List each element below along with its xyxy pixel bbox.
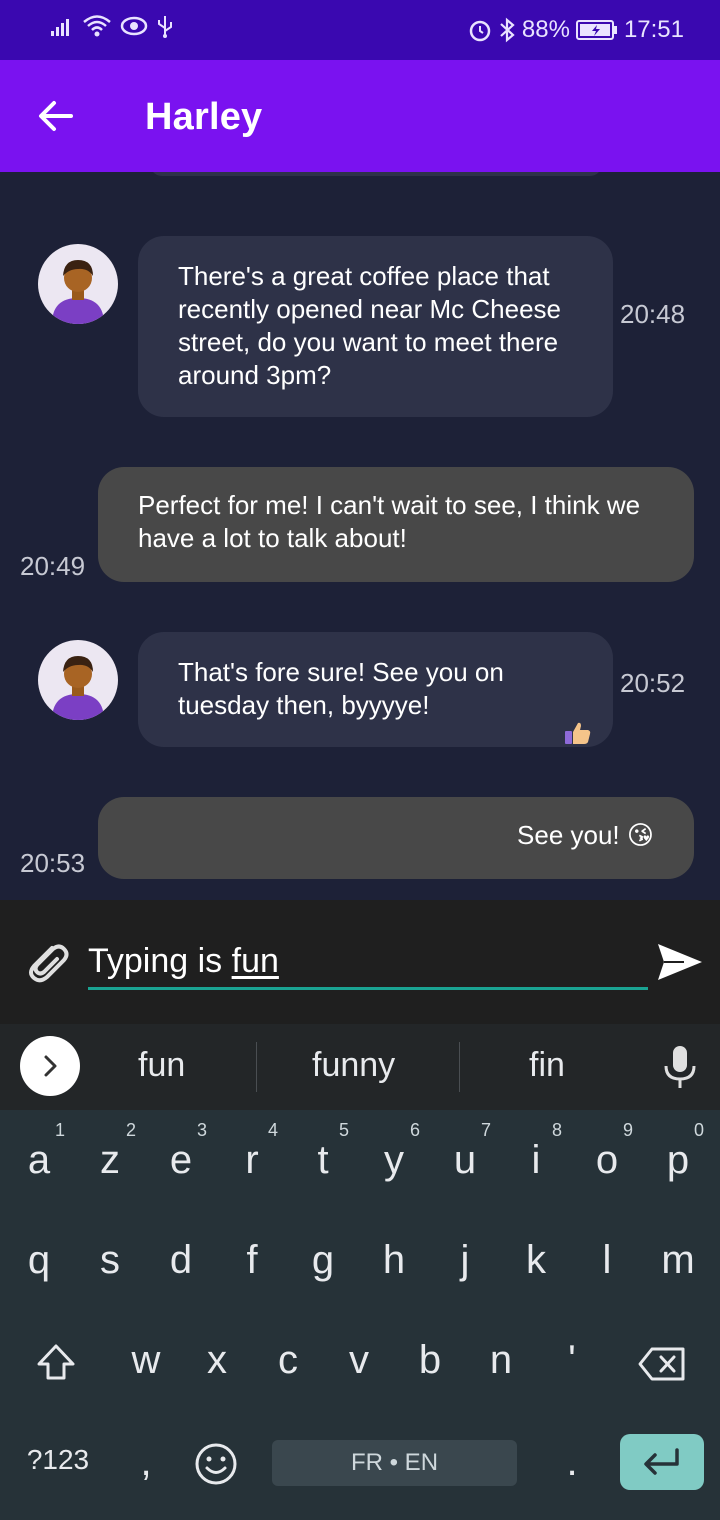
key-j[interactable]: j xyxy=(435,1238,495,1283)
previous-message-bubble xyxy=(150,172,602,176)
message-list[interactable]: There's a great coffee place that recent… xyxy=(0,172,720,900)
key-i[interactable]: i8 xyxy=(506,1120,566,1183)
key-t[interactable]: t5 xyxy=(293,1120,353,1183)
alarm-icon xyxy=(469,20,491,42)
key-f[interactable]: f xyxy=(222,1238,282,1283)
suggestion-divider xyxy=(459,1042,460,1092)
key-b[interactable]: b xyxy=(400,1338,460,1383)
input-text: Typing is xyxy=(88,942,232,980)
input-current-word: fun xyxy=(231,942,279,980)
microphone-button[interactable] xyxy=(660,1044,700,1090)
send-icon xyxy=(658,944,702,980)
message-text: There's a great coffee place that recent… xyxy=(178,261,562,390)
message-time: 20:49 xyxy=(20,551,86,581)
key-x[interactable]: x xyxy=(187,1338,247,1383)
microphone-icon xyxy=(664,1046,696,1088)
backspace-key[interactable] xyxy=(632,1346,692,1386)
suggestion-strip: fun funny fin xyxy=(0,1024,720,1110)
avatar[interactable] xyxy=(38,244,118,324)
message-time: 20:53 xyxy=(20,848,86,878)
chevron-right-icon xyxy=(44,1055,57,1077)
message-input[interactable]: Typing is fun xyxy=(88,936,648,990)
attach-button[interactable] xyxy=(22,936,72,986)
key-m[interactable]: m xyxy=(648,1238,708,1283)
key-v[interactable]: v xyxy=(329,1338,389,1383)
message-text: Perfect for me! I can't wait to see, I t… xyxy=(138,490,641,553)
key-n[interactable]: n xyxy=(471,1338,531,1383)
smiley-icon xyxy=(195,1443,237,1485)
key-p[interactable]: p0 xyxy=(648,1120,708,1183)
backspace-icon xyxy=(638,1347,685,1381)
usb-icon xyxy=(158,16,172,38)
key-y[interactable]: y6 xyxy=(364,1120,424,1183)
key-s[interactable]: s xyxy=(80,1238,140,1283)
key-o[interactable]: o9 xyxy=(577,1120,637,1183)
key-k[interactable]: k xyxy=(506,1238,566,1283)
clock: 17:51 xyxy=(623,16,684,43)
enter-key[interactable] xyxy=(620,1434,704,1490)
message-bubble-outgoing[interactable]: Perfect for me! I can't wait to see, I t… xyxy=(98,467,694,582)
message-time: 20:48 xyxy=(620,299,686,329)
message-bubble-outgoing[interactable]: See you! 😘 xyxy=(98,797,694,879)
signal-icon xyxy=(51,19,69,36)
bluetooth-icon xyxy=(500,17,515,43)
person-avatar-icon xyxy=(52,260,104,324)
keyboard: a1 z2 e3 r4 t5 y6 u7 i8 o9 p0 q s d f g … xyxy=(0,1110,720,1520)
suggestion-divider xyxy=(256,1042,257,1092)
wifi-icon xyxy=(83,15,111,37)
message-text: That's fore sure! See you on tuesday the… xyxy=(178,657,504,720)
key-r[interactable]: r4 xyxy=(222,1120,282,1183)
expand-toolbar-button[interactable] xyxy=(20,1036,80,1096)
key-c[interactable]: c xyxy=(258,1338,318,1383)
back-button[interactable] xyxy=(30,90,82,142)
message-time: 20:52 xyxy=(620,668,686,698)
key-u[interactable]: u7 xyxy=(435,1120,495,1183)
suggestion-1[interactable]: fun xyxy=(138,1046,185,1085)
key-h[interactable]: h xyxy=(364,1238,424,1283)
shift-key[interactable] xyxy=(26,1342,86,1388)
period-key[interactable]: . xyxy=(542,1440,602,1485)
eye-icon xyxy=(120,16,148,36)
arrow-back-icon xyxy=(39,101,73,131)
status-bar: 88% 17:51 xyxy=(0,0,720,60)
message-bubble-incoming[interactable]: There's a great coffee place that recent… xyxy=(138,236,613,417)
key-l[interactable]: l xyxy=(577,1238,637,1283)
key-g[interactable]: g xyxy=(293,1238,353,1283)
suggestion-2[interactable]: funny xyxy=(312,1046,395,1085)
battery-icon xyxy=(575,20,617,40)
battery-percent: 88% xyxy=(521,16,570,43)
key-w[interactable]: w xyxy=(116,1338,176,1383)
comma-key[interactable]: , xyxy=(116,1440,176,1485)
contact-name: Harley xyxy=(145,96,263,138)
composer-bar: Typing is fun xyxy=(0,900,720,1024)
avatar[interactable] xyxy=(38,640,118,720)
key-e[interactable]: e3 xyxy=(151,1120,211,1183)
shift-icon xyxy=(37,1344,75,1380)
message-text: See you! 😘 xyxy=(517,820,654,850)
person-avatar-icon xyxy=(52,656,104,720)
key-apostrophe[interactable]: ' xyxy=(542,1338,602,1383)
enter-icon xyxy=(644,1448,679,1475)
key-q[interactable]: q xyxy=(9,1238,69,1283)
key-a[interactable]: a1 xyxy=(9,1120,69,1183)
message-bubble-incoming[interactable]: That's fore sure! See you on tuesday the… xyxy=(138,632,613,747)
thumbs-up-icon[interactable] xyxy=(564,720,592,746)
key-z[interactable]: z2 xyxy=(80,1120,140,1183)
app-bar: Harley xyxy=(0,60,720,172)
key-d[interactable]: d xyxy=(151,1238,211,1283)
symbols-key[interactable]: ?123 xyxy=(18,1444,98,1476)
emoji-key[interactable] xyxy=(186,1442,246,1486)
send-button[interactable] xyxy=(654,936,706,988)
space-key[interactable]: FR • EN xyxy=(272,1440,517,1486)
suggestion-3[interactable]: fin xyxy=(529,1046,565,1085)
paperclip-icon xyxy=(29,944,69,983)
